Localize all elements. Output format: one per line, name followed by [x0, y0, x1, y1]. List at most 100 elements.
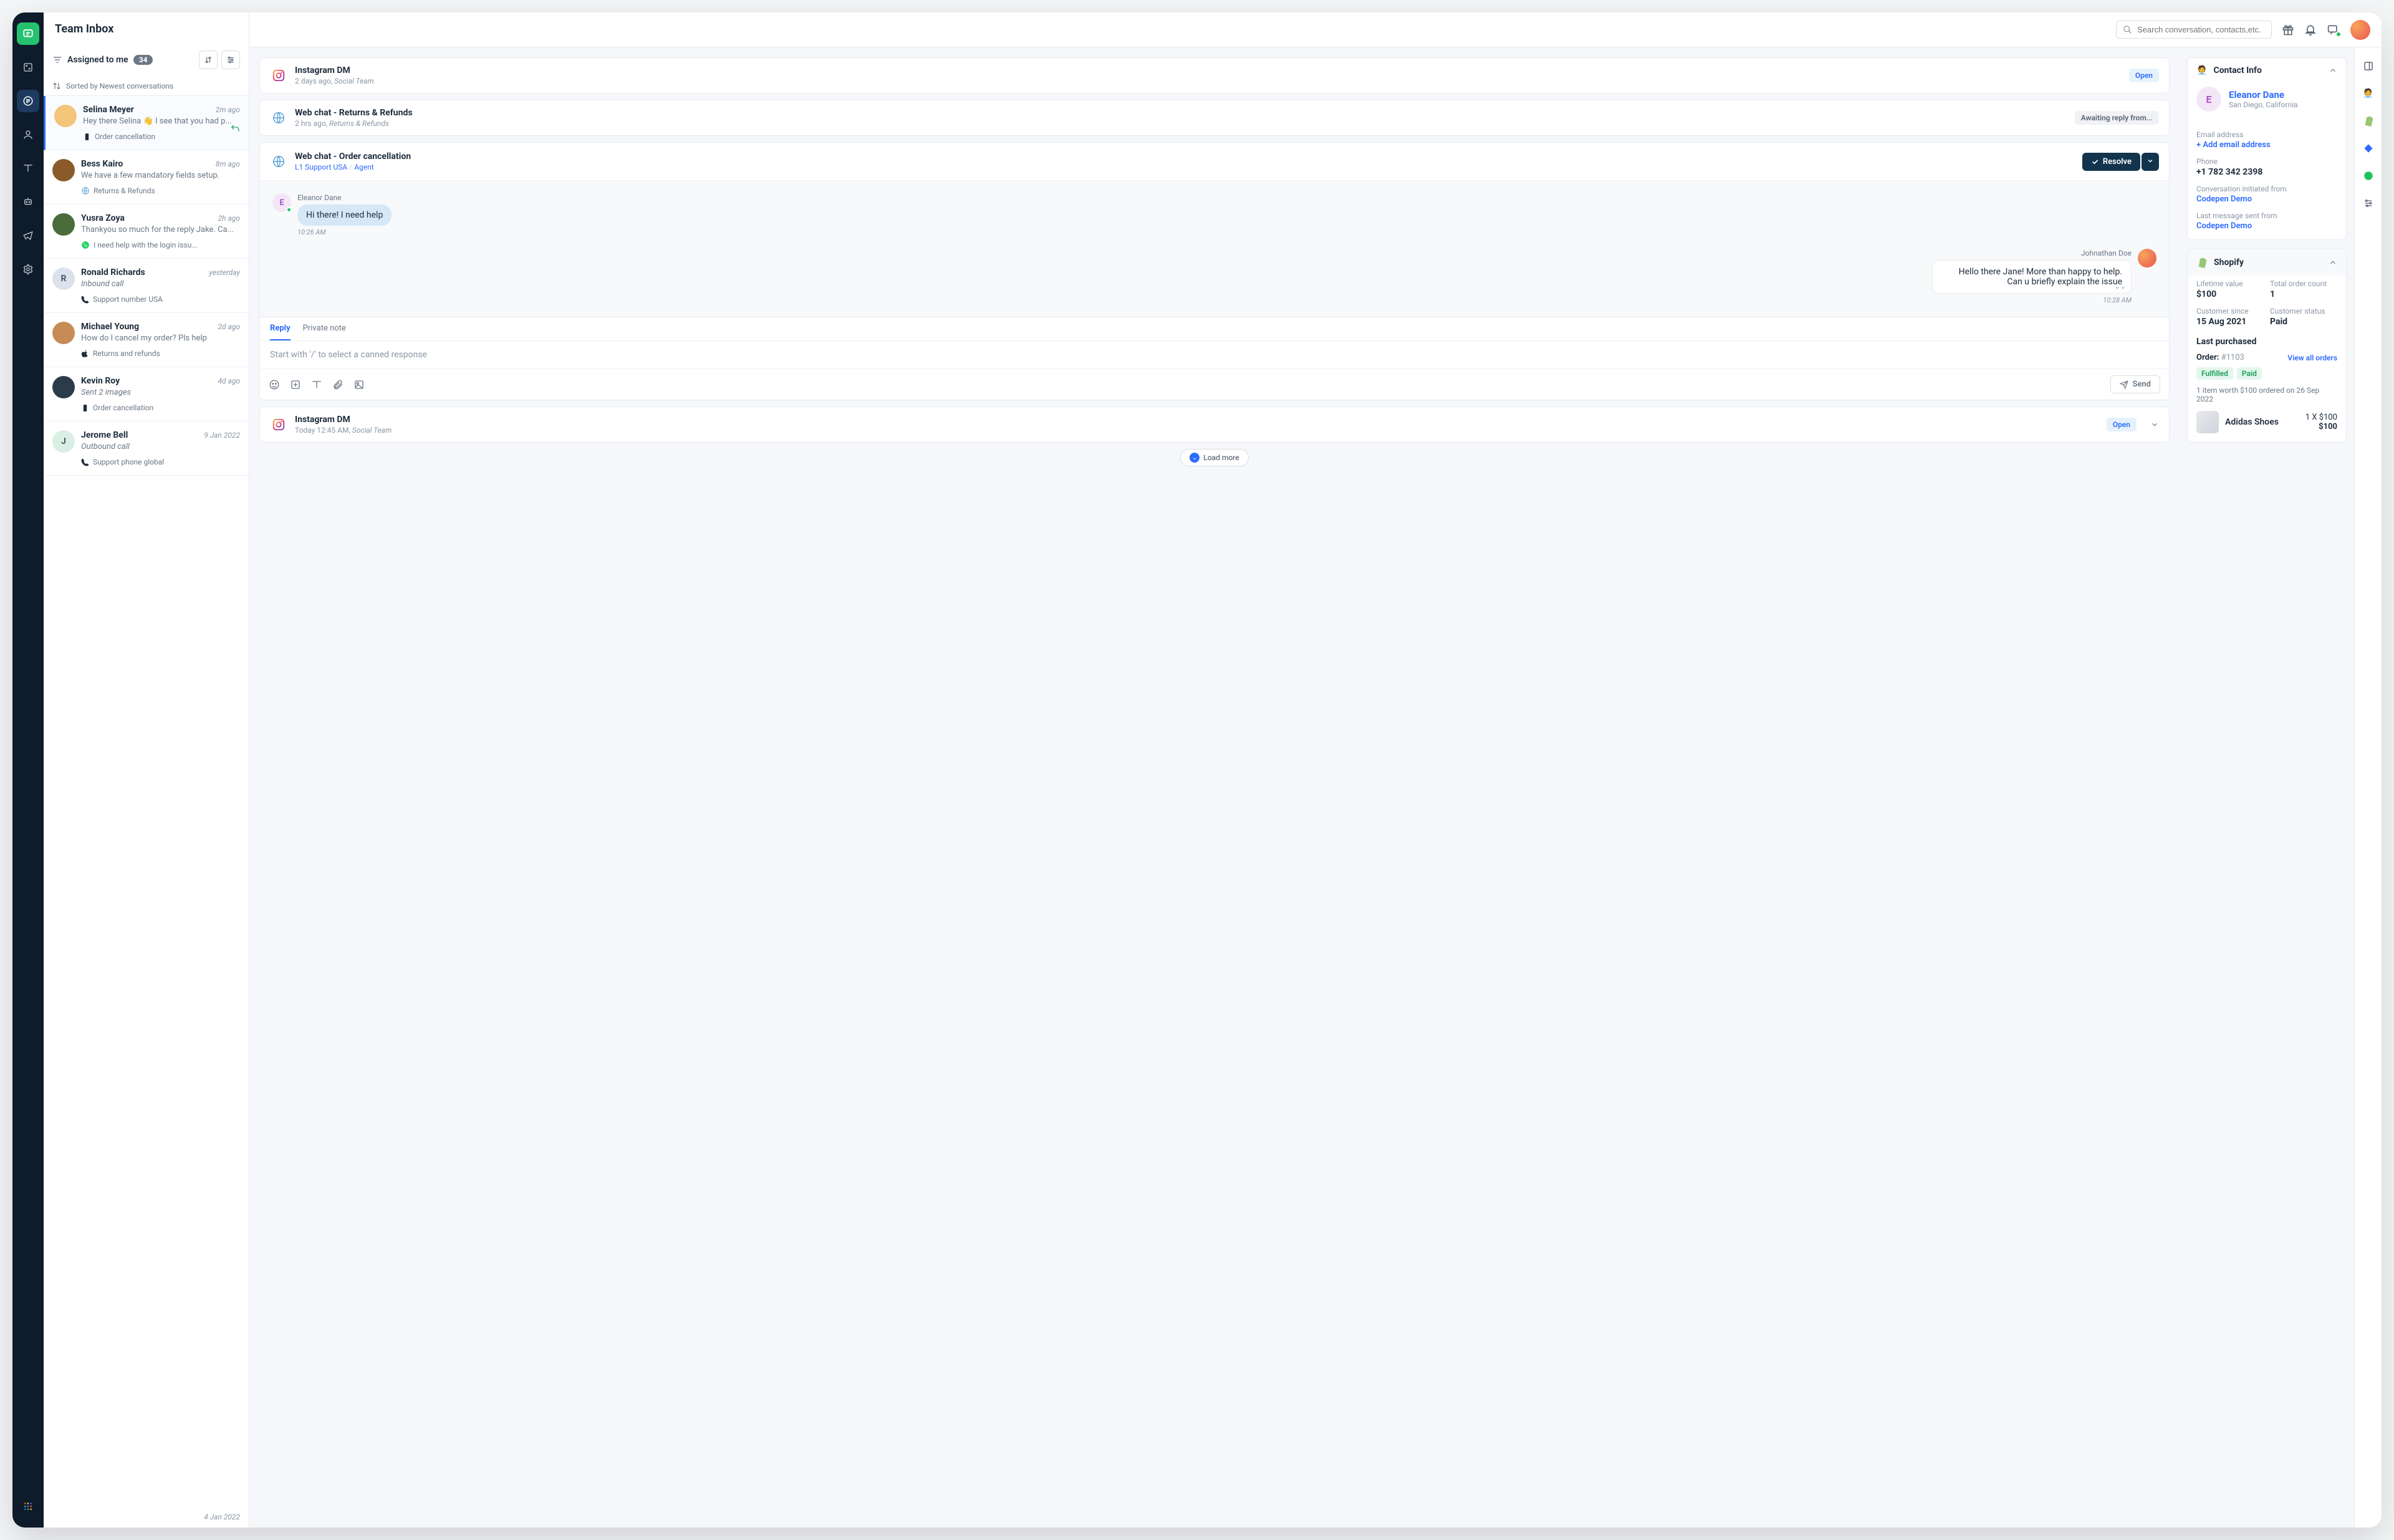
thread-card[interactable]: Instagram DM 2 days ago, Social Team Ope… — [259, 57, 2170, 94]
status-chip-awaiting[interactable]: Awaiting reply from... — [2075, 111, 2159, 125]
globe-icon — [270, 153, 287, 170]
reply-input[interactable]: Start with '/' to select a canned respon… — [260, 341, 2169, 368]
user-avatar[interactable] — [2350, 20, 2370, 40]
app-shell: Team Inbox Assigned to me 34 Sorted by N… — [12, 12, 2382, 1528]
conversation-item[interactable]: J Jerome Bell9 Jan 2022 Outbound call Su… — [44, 421, 249, 476]
image-icon[interactable] — [353, 379, 365, 390]
more-apps-icon[interactable] — [2361, 196, 2376, 211]
emoji-icon[interactable] — [269, 379, 280, 390]
conversation-tag: Returns and refunds — [81, 349, 240, 358]
chevron-down-icon[interactable] — [2150, 420, 2159, 429]
contact-app-icon[interactable]: 🧑‍💼 — [2361, 86, 2376, 101]
conversation-item[interactable]: Bess Kairo8m ago We have a few mandatory… — [44, 150, 249, 205]
filter-row: Assigned to me 34 — [44, 46, 249, 77]
active-thread: Web chat - Order cancellation L1 Support… — [259, 142, 2170, 400]
conversation-list-panel: Team Inbox Assigned to me 34 Sorted by N… — [44, 12, 249, 1528]
reply-icon[interactable] — [230, 123, 240, 133]
conversation-name: Ronald Richards — [81, 267, 145, 277]
load-more-button[interactable]: ⌄ Load more — [1180, 449, 1248, 466]
contact-avatar-small: E — [272, 193, 291, 212]
initiated-from-link[interactable]: Codepen Demo — [2196, 195, 2337, 204]
conversation-item[interactable]: Selina Meyer 2m ago Hey there Selina 👋 I … — [44, 96, 249, 150]
chevron-up-icon[interactable] — [2329, 258, 2337, 267]
conversation-name: Yusra Zoya — [81, 213, 125, 223]
message-outgoing: Johnathan Doe Hello there Jane! More tha… — [272, 249, 2156, 304]
resolve-dropdown[interactable] — [2142, 153, 2159, 171]
conversation-item[interactable]: Michael Young2d ago How do I cancel my o… — [44, 313, 249, 367]
conversation-preview: Inbound call — [81, 279, 240, 289]
attachment-icon[interactable] — [332, 379, 344, 390]
sort-row[interactable]: Sorted by Newest conversations — [44, 77, 249, 96]
brand-logo[interactable] — [17, 22, 39, 45]
contact-location: San Diego, California — [2229, 100, 2298, 109]
contacts-icon[interactable] — [17, 123, 39, 146]
filter-count-badge: 34 — [133, 55, 153, 65]
product-row[interactable]: Adidas Shoes 1 X $100 $100 — [2196, 411, 2337, 433]
chevron-up-icon[interactable] — [2329, 66, 2337, 75]
avatar — [52, 159, 75, 181]
canned-response-icon[interactable] — [290, 379, 301, 390]
sort-button[interactable] — [199, 51, 218, 69]
tab-reply[interactable]: Reply — [270, 324, 291, 340]
page-title: Team Inbox — [55, 22, 238, 36]
knowledge-icon[interactable] — [17, 157, 39, 180]
add-email-link[interactable]: + Add email address — [2196, 140, 2337, 150]
avatar — [52, 322, 75, 344]
conversation-time: yesterday — [209, 268, 240, 277]
expand-icon[interactable] — [2361, 59, 2376, 74]
conversation-preview: Thankyou so much for the reply Jake. Ca.… — [81, 225, 240, 234]
conversation-tag: I need help with the login issu... — [81, 241, 240, 249]
send-button[interactable]: Send — [2110, 375, 2160, 393]
conversation-item[interactable]: Yusra Zoya2h ago Thankyou so much for th… — [44, 205, 249, 259]
contact-icon: 🧑‍💼 — [2196, 65, 2207, 75]
filter-settings-button[interactable] — [221, 51, 240, 69]
bot-icon[interactable] — [17, 191, 39, 213]
contact-name[interactable]: Eleanor Dane — [2229, 89, 2298, 100]
conversation-name: Selina Meyer — [83, 105, 134, 115]
filter-label[interactable]: Assigned to me — [67, 55, 128, 65]
conversation-name: Bess Kairo — [81, 159, 123, 169]
view-all-orders-link[interactable]: View all orders — [2287, 354, 2337, 362]
status-chip-open[interactable]: Open — [2129, 69, 2159, 82]
thread-card[interactable]: Web chat - Returns & Refunds 2 hrs ago, … — [259, 100, 2170, 136]
contact-phone: +1 782 342 2398 — [2196, 167, 2337, 177]
app-rail: 🧑‍💼 — [2354, 47, 2382, 1528]
conversation-preview: Hey there Selina 👋 I see that you had p.… — [83, 117, 240, 126]
conversation-time: 2m ago — [216, 105, 240, 114]
contact-info-card: 🧑‍💼 Contact Info E Eleanor Dane San Dieg… — [2187, 57, 2347, 240]
jira-app-icon[interactable] — [2361, 141, 2376, 156]
expand-icon: ⌄ — [1190, 453, 1199, 463]
conversation-preview: How do I cancel my order? Pls help — [81, 334, 240, 343]
thread-card[interactable]: Instagram DM Today 12:45 AM, Social Team… — [259, 407, 2170, 443]
message-incoming: E Eleanor Dane Hi there! I need help 10:… — [272, 193, 2156, 236]
last-sent-link[interactable]: Codepen Demo — [2196, 221, 2337, 231]
chat-status-icon[interactable] — [2327, 24, 2340, 36]
contact-avatar[interactable]: E — [2196, 87, 2221, 112]
apps-icon[interactable] — [17, 1495, 39, 1518]
status-chip-open[interactable]: Open — [2107, 418, 2137, 431]
read-receipt-icon: ⌄⌄ — [2115, 282, 2126, 291]
settings-icon[interactable] — [17, 258, 39, 281]
gift-icon[interactable] — [2282, 24, 2294, 36]
agent-avatar-small — [2138, 249, 2156, 267]
fulfilled-chip: Fulfilled — [2196, 367, 2233, 380]
campaign-icon[interactable] — [17, 224, 39, 247]
conversation-tag: Order cancellation — [81, 403, 240, 412]
resolve-button[interactable]: Resolve — [2082, 153, 2140, 171]
intercom-app-icon[interactable] — [2361, 168, 2376, 183]
tab-private-note[interactable]: Private note — [303, 324, 346, 340]
shopify-app-icon[interactable] — [2361, 113, 2376, 128]
search-icon — [2123, 25, 2132, 34]
conversation-item[interactable]: Kevin Roy4d ago Sent 2 images Order canc… — [44, 367, 249, 421]
conversation-item[interactable]: R Ronald Richardsyesterday Inbound call … — [44, 259, 249, 313]
bell-icon[interactable] — [2304, 24, 2317, 36]
inbox-icon[interactable] — [17, 90, 39, 112]
paid-chip: Paid — [2237, 367, 2262, 380]
dashboard-icon[interactable] — [17, 56, 39, 79]
kb-article-icon[interactable] — [311, 379, 322, 390]
conversation-time: 8m ago — [216, 160, 240, 168]
search-input[interactable] — [2116, 21, 2272, 39]
filter-menu-icon[interactable] — [52, 55, 62, 65]
conversation-time: 2d ago — [218, 322, 240, 331]
avatar: J — [52, 430, 75, 453]
